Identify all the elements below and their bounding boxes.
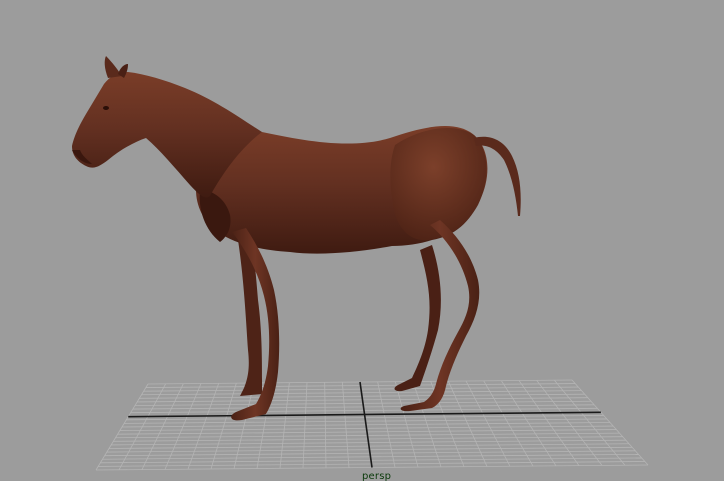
camera-label: persp <box>362 471 392 481</box>
horse-model[interactable] <box>72 56 521 421</box>
viewport-scene[interactable] <box>0 0 724 481</box>
ground-grid <box>95 379 649 471</box>
horse-eye <box>103 106 109 110</box>
perspective-viewport[interactable]: persp <box>0 0 724 481</box>
far-hind-leg <box>394 245 441 392</box>
